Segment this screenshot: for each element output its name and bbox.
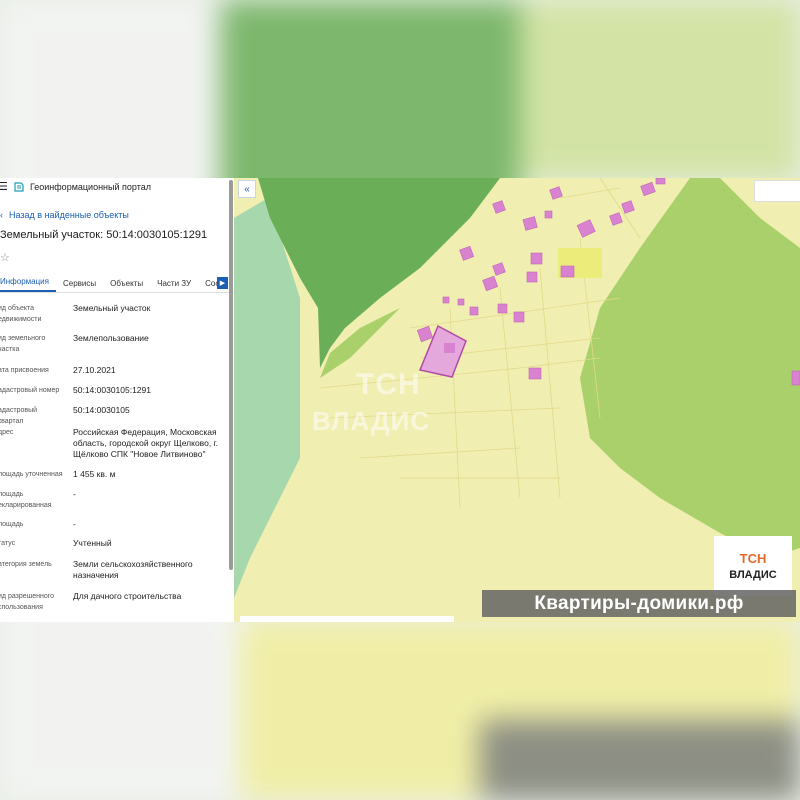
back-link-label: Назад в найденные объекты [9,210,129,220]
property-value: - [73,489,76,499]
back-link[interactable]: ‹ Назад в найденные объекты [0,210,234,220]
map-bottom-strip [240,616,454,622]
property-label: лощадь екларированная [0,491,52,509]
property-label: татус [0,540,16,547]
property-label: ид земельного частка [0,335,46,353]
info-panel: ☰ Геоинформационный портал ‹ Назад в най… [0,178,235,622]
tab-parts[interactable]: Части ЗУ [150,279,198,292]
property-value: Учтенный [73,538,112,548]
property-value: 50:14:0030105:1291 [73,385,151,395]
property-label: ата присвоения [0,367,49,374]
property-label: лощадь [0,521,24,528]
property-value: Российская Федерация, Московская область… [73,427,218,459]
collapse-panel-button[interactable]: « [238,180,256,198]
property-value: Земельный участок [73,303,151,313]
chevron-left-icon: ‹ [0,210,3,220]
property-label: ид объекта едвижимости [0,305,42,323]
panel-header: ☰ Геоинформационный портал [0,178,234,196]
property-label: лощадь уточненная [0,471,63,478]
app-screen: ☰ Геоинформационный портал ‹ Назад в най… [0,178,800,622]
property-value: Землепользование [73,333,149,343]
watermark-tsn: ТСН [356,368,421,401]
star-icon[interactable]: ☆ [0,251,234,264]
property-label: ид разрешенного спользования [0,593,55,611]
hamburger-icon[interactable]: ☰ [0,181,8,193]
property-value: 50:14:0030105 [73,405,130,415]
badge-line2: ВЛАДИС [729,569,777,581]
chevron-right-icon[interactable]: ▶ [217,277,228,289]
property-value: Земли сельскохозяйственного назначения [73,559,193,580]
property-label: адастровый номер [0,387,60,394]
property-value: - [73,519,76,529]
map-search-box[interactable] [754,180,800,202]
property-label: адастровый квартал [0,407,38,425]
panel-scrollbar[interactable] [229,180,233,570]
double-chevron-left-icon: « [244,183,250,195]
property-label: дрес [0,429,14,436]
property-value: 27.10.2021 [73,365,116,375]
badge-line1: ТСН [739,551,767,566]
watermark-vladis: ВЛАДИС [312,406,431,436]
property-value: Для дачного строительства [73,591,182,601]
tsn-vladis-badge: ТСН ВЛАДИС [714,536,792,596]
object-title: Земельный участок: 50:14:0030105:1291 [0,229,208,241]
site-banner: Квартиры-домики.рф [482,590,796,617]
property-value: 1 455 кв. м [73,469,116,479]
portal-logo-icon [14,182,24,192]
tab-objects[interactable]: Объекты [103,279,150,292]
tab-services[interactable]: Сервисы [56,279,103,292]
tab-bar: Информация Сервисы Объекты Части ЗУ Сост… [0,276,234,293]
tab-info[interactable]: Информация [0,277,56,292]
app-title: Геоинформационный портал [30,182,151,192]
property-label: атегория земель [0,561,52,568]
